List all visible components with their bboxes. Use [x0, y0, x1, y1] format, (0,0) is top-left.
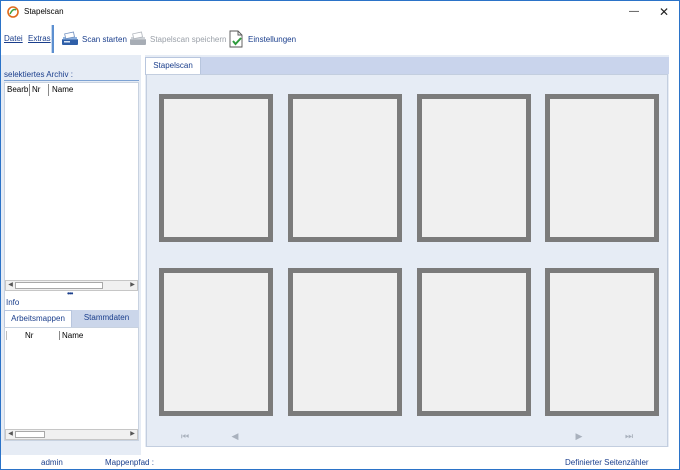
app-window: Stapelscan — ✕ Datei Extras Scan starten… — [0, 0, 680, 470]
info-label: Info — [6, 298, 20, 307]
archive-header-underline — [4, 80, 139, 81]
page-thumbnail[interactable] — [417, 94, 531, 242]
scan-preview-area: ⏮ ◀ ▶ ⏭ — [146, 74, 668, 447]
right-panel: Stapelscan ⏮ ◀ ▶ ⏭ — [145, 55, 669, 447]
status-mappenpfad: Mappenpfad : — [105, 458, 154, 467]
scroll-right-icon[interactable]: ▶ — [128, 281, 137, 290]
column-header-nr[interactable]: Nr — [32, 85, 40, 94]
scan-start-button[interactable]: Scan starten — [61, 28, 127, 50]
tab-stapelscan[interactable]: Stapelscan — [145, 57, 201, 75]
page-thumbnail[interactable] — [417, 268, 531, 416]
page-thumbnail[interactable] — [288, 94, 402, 242]
settings-button[interactable]: Einstellungen — [227, 28, 296, 50]
minimize-button[interactable]: — — [619, 1, 649, 23]
archive-header: selektiertes Archiv : — [4, 70, 73, 79]
menu-extras[interactable]: Extras — [28, 34, 51, 43]
save-batch-button[interactable]: Stapelscan speichern — [129, 28, 227, 50]
scroll-left-icon[interactable]: ◀ — [6, 281, 15, 290]
scanner-save-icon — [130, 31, 146, 45]
column-header-bearb[interactable]: Bearb. — [7, 85, 31, 94]
status-page-counter: Definierter Seitenzähler — [565, 458, 649, 467]
left-panel: selektiertes Archiv : Bearb. Nr Name ◀ ▶… — [1, 55, 141, 455]
arbeitsmappen-list[interactable]: Nr Name ◀ ▶ — [4, 327, 139, 441]
previous-page-icon[interactable]: ◀ — [229, 430, 241, 442]
menu-datei[interactable]: Datei — [4, 34, 23, 43]
settings-label: Einstellungen — [248, 34, 297, 44]
right-tab-strip: Stapelscan — [145, 57, 669, 75]
scanner-icon — [62, 31, 78, 45]
column-divider[interactable] — [6, 331, 7, 340]
document-check-icon — [229, 30, 243, 48]
column-divider[interactable] — [59, 331, 60, 340]
archive-list[interactable]: Bearb. Nr Name ◀ ▶ — [4, 82, 139, 312]
page-thumbnail[interactable] — [545, 268, 659, 416]
scroll-thumb[interactable] — [15, 431, 45, 438]
scroll-right-icon[interactable]: ▶ — [128, 430, 137, 439]
page-thumbnail[interactable] — [159, 94, 273, 242]
page-thumbnail[interactable] — [288, 268, 402, 416]
last-page-icon[interactable]: ⏭ — [623, 430, 635, 442]
first-page-icon[interactable]: ⏮ — [179, 430, 191, 442]
title-bar: Stapelscan — ✕ — [1, 1, 679, 23]
page-thumbnail[interactable] — [159, 268, 273, 416]
page-thumbnail[interactable] — [545, 94, 659, 242]
scan-start-label: Scan starten — [82, 34, 127, 44]
status-bar: admin Mappenpfad : Definierter Seitenzäh… — [1, 455, 679, 469]
toolbar: Datei Extras Scan starten Stapelscan spe… — [1, 23, 679, 55]
save-batch-label: Stapelscan speichern — [150, 34, 227, 44]
scroll-thumb[interactable] — [15, 282, 103, 289]
close-button[interactable]: ✕ — [649, 1, 679, 23]
status-user: admin — [41, 458, 63, 467]
column-header-name[interactable]: Name — [62, 331, 83, 340]
mappen-horizontal-scrollbar[interactable]: ◀ ▶ — [5, 429, 138, 440]
tab-arbeitsmappen[interactable]: Arbeitsmappen — [4, 310, 72, 327]
toolbar-separator — [51, 25, 54, 53]
column-divider[interactable] — [29, 84, 30, 96]
column-divider[interactable] — [48, 84, 49, 96]
tab-stammdaten[interactable]: Stammdaten — [74, 310, 139, 327]
next-page-icon[interactable]: ▶ — [573, 430, 585, 442]
column-header-name[interactable]: Name — [52, 85, 73, 94]
panel-splitter-handle[interactable]: ••• — [67, 289, 73, 298]
window-title: Stapelscan — [24, 7, 64, 16]
app-logo-icon — [7, 6, 19, 18]
left-tabs: Arbeitsmappen Stammdaten — [4, 310, 139, 327]
column-header-nr[interactable]: Nr — [25, 331, 33, 340]
scroll-left-icon[interactable]: ◀ — [6, 430, 15, 439]
